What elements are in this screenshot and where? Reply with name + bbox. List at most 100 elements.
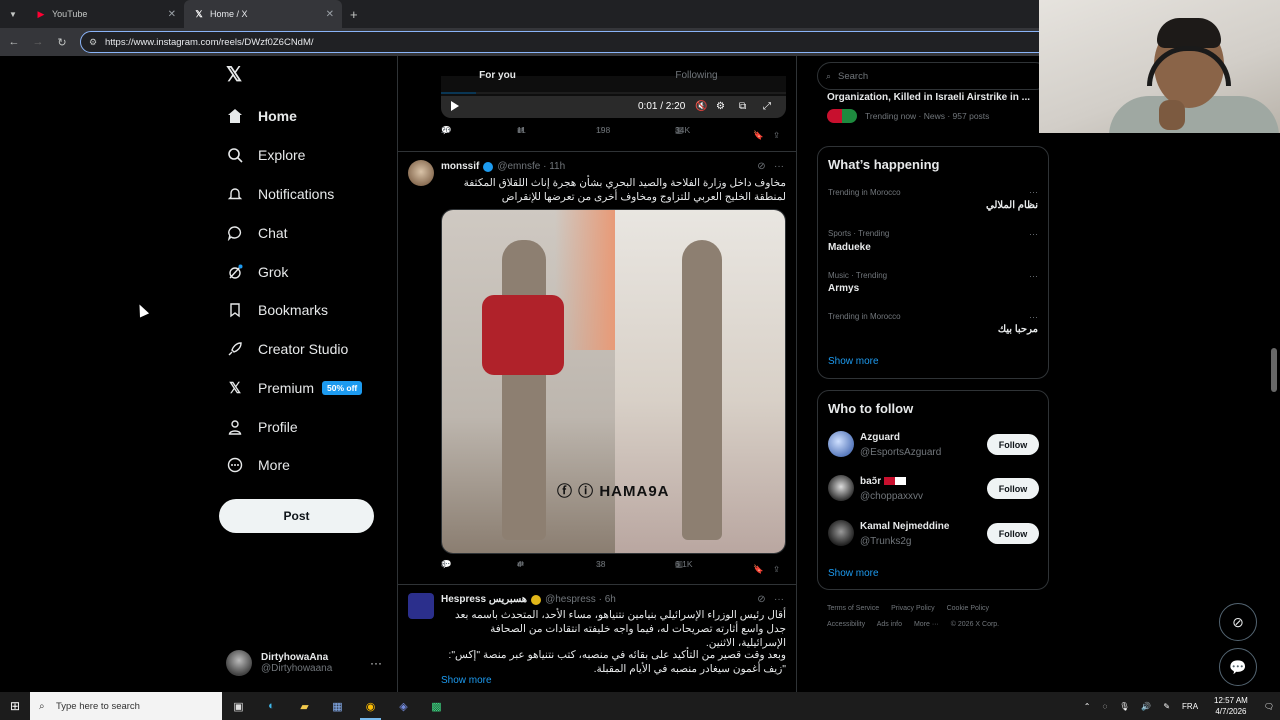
- show-more-link[interactable]: Show more: [441, 675, 492, 686]
- whats-happening-card: What’s happening Trending in Morocco ···…: [817, 146, 1049, 379]
- tweet-author-name[interactable]: Hespress هسبريس: [441, 594, 527, 605]
- tab-for-you[interactable]: For you: [398, 56, 597, 96]
- nav-notifications[interactable]: Notifications: [226, 182, 334, 206]
- nav-grok[interactable]: Grok: [226, 260, 288, 284]
- back-icon[interactable]: ←: [2, 36, 26, 48]
- nav-chat[interactable]: Chat: [226, 221, 288, 245]
- tweet-text-continued: وبعد وقت قصير من التأكيد على بقائه في من…: [448, 649, 786, 675]
- picture-in-picture-icon[interactable]: ⧉: [739, 101, 746, 112]
- store-icon[interactable]: ▦: [321, 692, 354, 720]
- nav-home[interactable]: Home: [226, 104, 297, 128]
- clock-time: 12:57 AM: [1214, 696, 1248, 705]
- avatar[interactable]: [408, 160, 434, 186]
- tweet-image[interactable]: ⓕ ⓘ HAMA9A: [441, 209, 786, 554]
- tweet-divider: [398, 151, 796, 152]
- tab-youtube[interactable]: ▶ YouTube ✕: [26, 0, 184, 28]
- page-scrollbar[interactable]: [1271, 348, 1277, 392]
- more-horizontal-icon[interactable]: ···: [774, 594, 784, 605]
- wifi-icon[interactable]: ◌: [1096, 702, 1113, 711]
- more-horizontal-icon[interactable]: ···: [1029, 312, 1038, 322]
- nav-more[interactable]: More: [226, 453, 290, 477]
- taskbar-search-placeholder: Type here to search: [56, 700, 140, 712]
- chrome-icon[interactable]: ◉: [354, 692, 387, 720]
- messages-fab-button[interactable]: 💬: [1219, 648, 1257, 686]
- footer-link[interactable]: More ···: [914, 621, 939, 628]
- footer-link[interactable]: Privacy Policy: [891, 605, 935, 612]
- grok-fab-button[interactable]: ⊘: [1219, 603, 1257, 641]
- footer-link[interactable]: Cookie Policy: [947, 605, 989, 612]
- search-input[interactable]: ⌕ Search: [817, 62, 1049, 90]
- footer-link[interactable]: Ads info: [877, 621, 902, 628]
- windows-start-icon[interactable]: ⊞: [0, 699, 30, 713]
- file-explorer-icon[interactable]: ▰: [288, 692, 321, 720]
- trend-name: نظام الملالي: [986, 200, 1038, 211]
- task-view-icon[interactable]: ▣: [222, 692, 255, 720]
- follow-button[interactable]: Follow: [987, 478, 1039, 499]
- nav-creator-studio[interactable]: Creator Studio: [226, 337, 348, 361]
- show-more-link[interactable]: Show more: [828, 356, 879, 367]
- footer-link[interactable]: Accessibility: [827, 621, 865, 628]
- share-icon[interactable]: ⇪: [773, 130, 780, 141]
- suggestion-handle: @Trunks2g: [860, 536, 912, 547]
- reload-icon[interactable]: ↻: [50, 36, 74, 49]
- nav-profile[interactable]: Profile: [226, 415, 298, 439]
- play-icon[interactable]: [451, 101, 459, 111]
- top-trend-item[interactable]: Organization, Killed in Israeli Airstrik…: [827, 92, 1042, 123]
- pen-icon[interactable]: ✎: [1157, 702, 1176, 711]
- nav-bookmarks[interactable]: Bookmarks: [226, 298, 328, 322]
- post-button[interactable]: Post: [219, 499, 374, 533]
- grok-icon[interactable]: ⊘: [757, 161, 765, 172]
- follow-button[interactable]: Follow: [987, 523, 1039, 544]
- tweet-author-name[interactable]: monssif: [441, 161, 479, 172]
- card-title: Who to follow: [828, 401, 914, 416]
- youtube-icon: ▶: [37, 8, 45, 19]
- tab-search-icon[interactable]: ▼: [0, 10, 26, 19]
- close-tab-icon[interactable]: ✕: [168, 9, 176, 20]
- clock[interactable]: 12:57 AM 4/7/2026: [1204, 695, 1258, 717]
- tweet-author-handle[interactable]: @emnsfe: [497, 161, 540, 172]
- settings-icon[interactable]: ⚙: [716, 101, 725, 112]
- tweet-time[interactable]: 6h: [605, 594, 616, 605]
- bookmark-icon[interactable]: 🔖: [753, 130, 764, 141]
- more-horizontal-icon[interactable]: ···: [1029, 187, 1038, 197]
- notifications-icon[interactable]: 🗨: [1258, 702, 1280, 711]
- taskbar-search-input[interactable]: ⌕ Type here to search: [30, 692, 222, 720]
- nav-explore[interactable]: Explore: [226, 143, 305, 167]
- avatar[interactable]: [408, 593, 434, 619]
- close-tab-icon[interactable]: ✕: [326, 9, 334, 20]
- chevron-up-icon[interactable]: ⌃: [1078, 702, 1097, 711]
- edge-icon[interactable]: ◐: [255, 692, 288, 720]
- site-info-icon[interactable]: ⚙: [89, 37, 97, 48]
- mute-icon[interactable]: 🔇: [695, 101, 707, 112]
- discord-icon[interactable]: ◈: [387, 692, 420, 720]
- microphone-icon[interactable]: 🎙: [1113, 702, 1135, 711]
- x-logo-icon[interactable]: 𝕏: [226, 64, 248, 86]
- nav-premium[interactable]: 𝕏 Premium 50% off: [226, 376, 363, 400]
- more-horizontal-icon[interactable]: ···: [370, 656, 382, 670]
- tab-following[interactable]: Following: [597, 56, 796, 96]
- tweet-time[interactable]: 11h: [549, 161, 565, 172]
- new-tab-icon[interactable]: +: [350, 7, 358, 22]
- language-indicator[interactable]: FRA: [1176, 702, 1204, 711]
- tweet-author-handle[interactable]: @hespress: [545, 594, 596, 605]
- forward-icon[interactable]: →: [26, 36, 50, 48]
- more-horizontal-icon[interactable]: ···: [1029, 229, 1038, 239]
- more-horizontal-icon[interactable]: ···: [774, 161, 784, 172]
- more-horizontal-icon[interactable]: ···: [1029, 271, 1038, 281]
- grok-icon[interactable]: ⊘: [757, 594, 765, 605]
- fullscreen-icon[interactable]: ⤢: [763, 101, 771, 112]
- grok-icon: [226, 263, 244, 281]
- share-icon[interactable]: ⇪: [773, 564, 780, 575]
- volume-icon[interactable]: 🔊: [1135, 702, 1157, 711]
- nav-label: Premium: [258, 380, 315, 396]
- tab-home-x[interactable]: 𝕏 Home / X ✕: [184, 0, 342, 28]
- android-studio-icon[interactable]: ▩: [420, 692, 453, 720]
- account-switcher[interactable]: DirtyhowaAna @Dirtyhowaana ···: [226, 648, 386, 678]
- search-icon: ⌕: [826, 70, 832, 81]
- footer-link[interactable]: Terms of Service: [827, 605, 879, 612]
- webcam-overlay: [1039, 0, 1280, 133]
- bookmark-icon[interactable]: 🔖: [753, 564, 764, 575]
- more-circle-icon: [226, 456, 244, 474]
- follow-button[interactable]: Follow: [987, 434, 1039, 455]
- show-more-link[interactable]: Show more: [828, 568, 879, 579]
